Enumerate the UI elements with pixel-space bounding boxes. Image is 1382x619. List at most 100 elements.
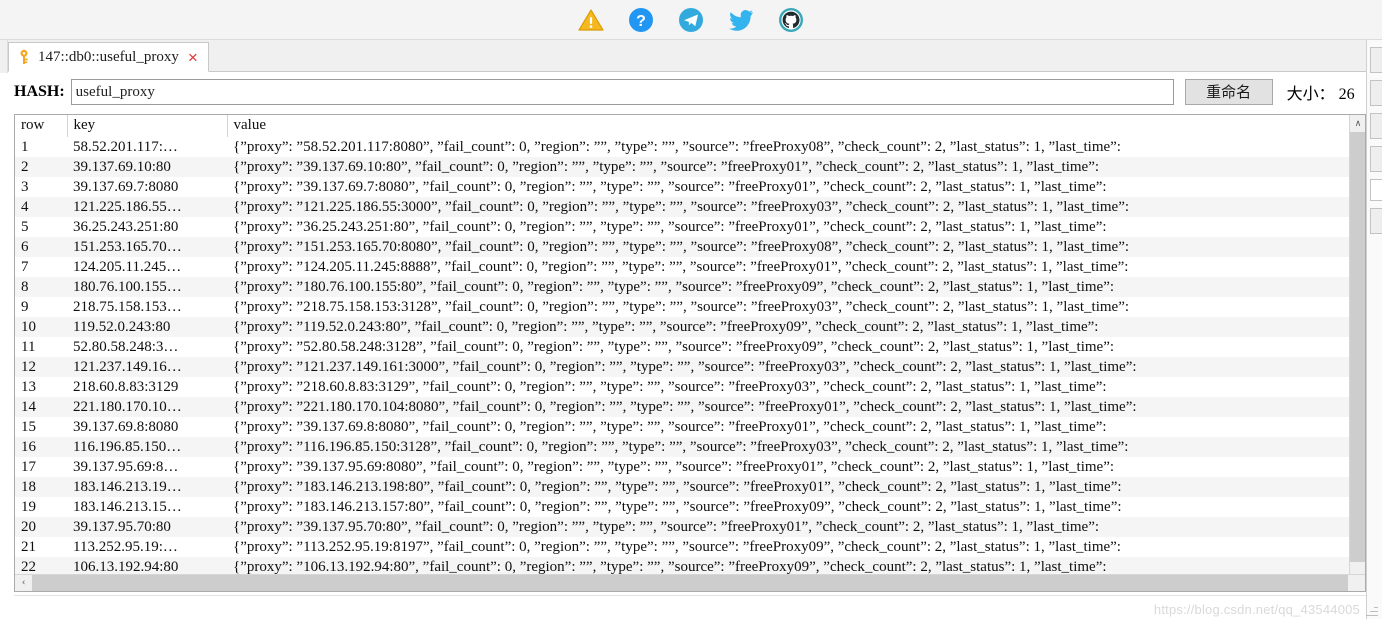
cell-key[interactable]: 116.196.85.150… [67, 437, 227, 457]
cell-value[interactable]: {”proxy”: ”221.180.170.104:8080”, ”fail_… [227, 397, 1350, 417]
table-row[interactable]: 17 39.137.95.69:8… {”proxy”: ”39.137.95.69… [15, 457, 1350, 477]
table-row[interactable]: 8 180.76.100.155… {”proxy”: ”180.76.100.15… [15, 277, 1350, 297]
table-row[interactable]: 13 218.60.8.83:3129 {”proxy”: ”218.60.8.83… [15, 377, 1350, 397]
table-row[interactable]: 1 58.52.201.117:… {”proxy”: ”58.52.201.117… [15, 137, 1350, 157]
scroll-left-icon[interactable]: ‹ [15, 575, 32, 591]
horizontal-scrollbar[interactable]: ‹ [15, 574, 1365, 591]
cell-value[interactable]: {”proxy”: ”180.76.100.155:80”, ”fail_cou… [227, 277, 1350, 297]
cell-key[interactable]: 36.25.243.251:80 [67, 217, 227, 237]
table-row[interactable]: 7 124.205.11.245… {”proxy”: ”124.205.11.24… [15, 257, 1350, 277]
cell-value[interactable]: {”proxy”: ”39.137.95.69:8080”, ”fail_cou… [227, 457, 1350, 477]
cell-key[interactable]: 221.180.170.10… [67, 397, 227, 417]
warning-icon[interactable] [577, 6, 605, 34]
cell-key[interactable]: 113.252.95.19:… [67, 537, 227, 557]
table-row[interactable]: 21 113.252.95.19:… {”proxy”: ”113.252.95.1… [15, 537, 1350, 557]
side-panel-button-4[interactable] [1370, 146, 1382, 172]
scroll-up-icon[interactable]: ∧ [1350, 115, 1365, 132]
cell-value[interactable]: {”proxy”: ”119.52.0.243:80”, ”fail_count… [227, 317, 1350, 337]
cell-value[interactable]: {”proxy”: ”124.205.11.245:8888”, ”fail_c… [227, 257, 1350, 277]
cell-key[interactable]: 151.253.165.70… [67, 237, 227, 257]
cell-key[interactable]: 183.146.213.15… [67, 497, 227, 517]
cell-value[interactable]: {”proxy”: ”39.137.69.10:80”, ”fail_count… [227, 157, 1350, 177]
cell-key[interactable]: 58.52.201.117:… [67, 137, 227, 157]
cell-value[interactable]: {”proxy”: ”39.137.95.70:80”, ”fail_count… [227, 517, 1350, 537]
table-row[interactable]: 2 39.137.69.10:80 {”proxy”: ”39.137.69.10:… [15, 157, 1350, 177]
cell-key[interactable]: 39.137.95.70:80 [67, 517, 227, 537]
side-panel-button-5[interactable] [1370, 208, 1382, 234]
cell-key[interactable]: 39.137.69.7:8080 [67, 177, 227, 197]
table-row[interactable]: 20 39.137.95.70:80 {”proxy”: ”39.137.95.70… [15, 517, 1350, 537]
hash-data-table: ⌄ row key value 158.52.201.117:…{”proxy”… [14, 114, 1366, 592]
table-row[interactable]: 9 218.75.158.153… {”proxy”: ”218.75.158.15… [15, 297, 1350, 317]
resize-grip[interactable] [1366, 604, 1378, 616]
cell-row-number: 8 [15, 277, 67, 297]
table-row[interactable]: 19 183.146.213.15… {”proxy”: ”183.146.213.… [15, 497, 1350, 517]
vertical-scroll-thumb[interactable] [1350, 132, 1365, 562]
column-header-key[interactable]: key [67, 115, 228, 138]
table-row[interactable]: 15 39.137.69.8:8080 {”proxy”: ”39.137.69.8… [15, 417, 1350, 437]
cell-value[interactable]: {”proxy”: ”113.252.95.19:8197”, ”fail_co… [227, 537, 1350, 557]
table-row[interactable]: 5 36.25.243.251:80 {”proxy”: ”36.25.243.25… [15, 217, 1350, 237]
side-panel-field[interactable] [1370, 179, 1382, 201]
cell-key[interactable]: 39.137.69.8:8080 [67, 417, 227, 437]
cell-value[interactable]: {”proxy”: ”116.196.85.150:3128”, ”fail_c… [227, 437, 1350, 457]
side-panel-button-2[interactable] [1370, 80, 1382, 106]
cell-key[interactable]: 180.76.100.155… [67, 277, 227, 297]
table-row[interactable]: 12 121.237.149.16… {”proxy”: ”121.237.149.… [15, 357, 1350, 377]
cell-row-number: 16 [15, 437, 67, 457]
twitter-icon[interactable] [727, 6, 755, 34]
cell-value[interactable]: {”proxy”: ”36.25.243.251:80”, ”fail_coun… [227, 217, 1350, 237]
cell-key[interactable]: 106.13.192.94:80 [67, 557, 227, 575]
table-row[interactable]: 22 106.13.192.94:80 {”proxy”: ”106.13.192.… [15, 557, 1350, 575]
cell-value[interactable]: {”proxy”: ”121.237.149.161:3000”, ”fail_… [227, 357, 1350, 377]
table-row[interactable]: 11 52.80.58.248:3… {”proxy”: ”52.80.58.248… [15, 337, 1350, 357]
cell-value[interactable]: {”proxy”: ”121.225.186.55:3000”, ”fail_c… [227, 197, 1350, 217]
cell-row-number: 17 [15, 457, 67, 477]
column-header-row[interactable]: ⌄ row [15, 115, 68, 138]
cell-value[interactable]: {”proxy”: ”52.80.58.248:3128”, ”fail_cou… [227, 337, 1350, 357]
cell-value[interactable]: {”proxy”: ”218.60.8.83:3129”, ”fail_coun… [227, 377, 1350, 397]
table-row[interactable]: 18 183.146.213.19… {”proxy”: ”183.146.213.… [15, 477, 1350, 497]
cell-key[interactable]: 39.137.95.69:8… [67, 457, 227, 477]
cell-value[interactable]: {”proxy”: ”106.13.192.94:80”, ”fail_coun… [227, 557, 1350, 575]
close-icon[interactable]: × [188, 49, 198, 66]
cell-key[interactable]: 124.205.11.245… [67, 257, 227, 277]
cell-value[interactable]: {”proxy”: ”151.253.165.70:8080”, ”fail_c… [227, 237, 1350, 257]
cell-key[interactable]: 119.52.0.243:80 [67, 317, 227, 337]
vertical-scrollbar[interactable]: ∧ [1349, 115, 1365, 575]
cell-value[interactable]: {”proxy”: ”39.137.69.8:8080”, ”fail_coun… [227, 417, 1350, 437]
cell-value[interactable]: {”proxy”: ”58.52.201.117:8080”, ”fail_co… [227, 137, 1350, 157]
chevron-down-icon[interactable]: ⌄ [37, 115, 45, 118]
table-row[interactable]: 6 151.253.165.70… {”proxy”: ”151.253.165.7… [15, 237, 1350, 257]
cell-value[interactable]: {”proxy”: ”39.137.69.7:8080”, ”fail_coun… [227, 177, 1350, 197]
table-row[interactable]: 16 116.196.85.150… {”proxy”: ”116.196.85.1… [15, 437, 1350, 457]
table-viewport: ⌄ row key value 158.52.201.117:…{”proxy”… [15, 115, 1350, 575]
side-panel-button-1[interactable] [1370, 47, 1382, 73]
column-header-value[interactable]: value [227, 115, 1350, 138]
side-panel-button-3[interactable] [1370, 113, 1382, 139]
table-row[interactable]: 4 121.225.186.55… {”proxy”: ”121.225.186.5… [15, 197, 1350, 217]
cell-key[interactable]: 121.237.149.16… [67, 357, 227, 377]
cell-value[interactable]: {”proxy”: ”183.146.213.198:80”, ”fail_co… [227, 477, 1350, 497]
tab-useful-proxy[interactable]: 147::db0::useful_proxy × [8, 42, 209, 72]
cell-value[interactable]: {”proxy”: ”218.75.158.153:3128”, ”fail_c… [227, 297, 1350, 317]
cell-key[interactable]: 121.225.186.55… [67, 197, 227, 217]
hash-bar: HASH: 重命名 大小： 26 [0, 73, 1382, 111]
table-row[interactable]: 3 39.137.69.7:8080 {”proxy”: ”39.137.69.7:… [15, 177, 1350, 197]
cell-value[interactable]: {”proxy”: ”183.146.213.157:80”, ”fail_co… [227, 497, 1350, 517]
cell-row-number: 4 [15, 197, 67, 217]
rename-button[interactable]: 重命名 [1184, 79, 1273, 105]
cell-row-number: 1 [15, 137, 67, 157]
hash-key-input[interactable] [70, 79, 1174, 105]
cell-key[interactable]: 218.60.8.83:3129 [67, 377, 227, 397]
horizontal-scroll-thumb[interactable] [32, 575, 1348, 591]
table-row[interactable]: 10 119.52.0.243:80 {”proxy”: ”119.52.0.243… [15, 317, 1350, 337]
github-icon[interactable] [777, 6, 805, 34]
telegram-icon[interactable] [677, 6, 705, 34]
cell-key[interactable]: 183.146.213.19… [67, 477, 227, 497]
cell-key[interactable]: 39.137.69.10:80 [67, 157, 227, 177]
table-row[interactable]: 14 221.180.170.10… {”proxy”: ”221.180.170.… [15, 397, 1350, 417]
cell-key[interactable]: 52.80.58.248:3… [67, 337, 227, 357]
help-icon[interactable]: ? [627, 6, 655, 34]
cell-key[interactable]: 218.75.158.153… [67, 297, 227, 317]
